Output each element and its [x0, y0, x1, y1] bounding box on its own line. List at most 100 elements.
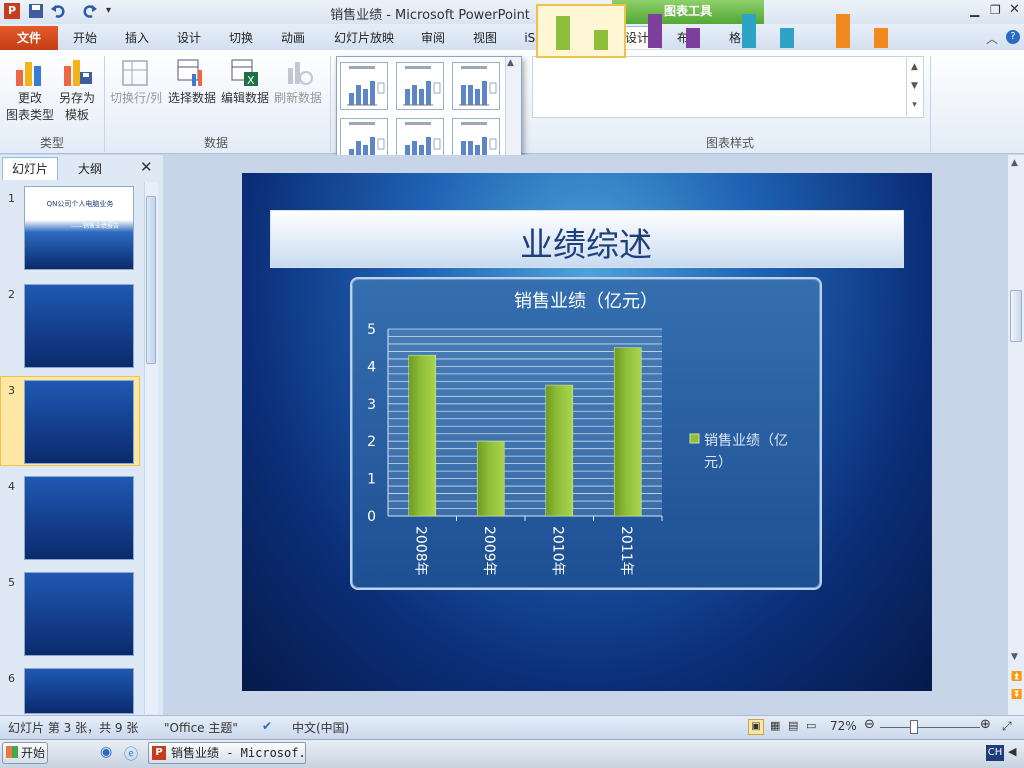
- close-icon[interactable]: ✕: [1009, 2, 1020, 17]
- collapse-ribbon-icon[interactable]: ︿: [986, 30, 998, 47]
- stage-scrollbar[interactable]: [1008, 155, 1024, 715]
- refresh-data-icon[interactable]: [284, 58, 314, 88]
- x-tick-label: 2008年: [412, 526, 428, 576]
- chart-layout-option-1[interactable]: [340, 62, 388, 110]
- ribbon-separator: [930, 56, 931, 152]
- y-tick-label: 2: [367, 434, 376, 450]
- tab-home[interactable]: 开始: [62, 28, 108, 48]
- previous-slide-icon[interactable]: ⏫: [1011, 672, 1022, 682]
- taskbar-powerpoint-window[interactable]: 销售业绩 - Microsof...: [148, 742, 306, 764]
- bar-chart[interactable]: 0 1 2 3 4 5 2008年 2009年 2010年 2011年 销售业绩（亿元） 销售业绩（亿…: [350, 277, 822, 590]
- bar: [476, 440, 505, 517]
- save-as-template-icon[interactable]: [62, 56, 94, 88]
- edit-data-button[interactable]: 编辑数据: [219, 90, 271, 107]
- fit-to-window-icon[interactable]: ⤢: [1002, 719, 1012, 734]
- slide-count-status: 幻灯片 第 3 张，共 9 张: [8, 721, 139, 735]
- y-tick-label: 1: [367, 472, 376, 488]
- zoom-slider-thumb[interactable]: [910, 720, 918, 734]
- bar: [613, 347, 642, 517]
- reading-view-icon[interactable]: ▤: [788, 719, 798, 732]
- scroll-down-icon[interactable]: ▼: [1011, 652, 1018, 662]
- tab-design-slide[interactable]: 设计: [166, 28, 212, 48]
- chart-layout-option-3[interactable]: [452, 62, 500, 110]
- save-icon[interactable]: [28, 3, 44, 19]
- tray-expand-icon[interactable]: ◀: [1008, 745, 1016, 758]
- legend-swatch: [689, 433, 700, 444]
- chart-style-teal[interactable]: [724, 4, 814, 58]
- help-icon[interactable]: ?: [1006, 30, 1020, 44]
- chart-style-orange[interactable]: [818, 4, 908, 58]
- tab-outline[interactable]: 大纲: [62, 159, 118, 179]
- chart-layout-option-2[interactable]: [396, 62, 444, 110]
- slide-sorter-icon[interactable]: ▦: [770, 719, 780, 732]
- restore-icon[interactable]: ❐: [990, 3, 1001, 17]
- quick-launch-icon[interactable]: ◉: [100, 744, 112, 760]
- redo-icon[interactable]: [82, 3, 98, 19]
- slide-number: 5: [8, 576, 15, 589]
- slide-thumbnail-5[interactable]: [24, 572, 134, 656]
- change-chart-type-button[interactable]: 更改 图表类型: [4, 90, 56, 124]
- spell-check-icon[interactable]: ✔: [262, 719, 272, 733]
- slide-title: 业绩综述: [520, 225, 652, 264]
- slideshow-view-icon[interactable]: ▭: [806, 719, 816, 732]
- tab-animations[interactable]: 动画: [270, 28, 316, 48]
- gallery-scroll-up-icon[interactable]: ▲: [507, 58, 514, 68]
- group-type-label: 类型: [39, 136, 64, 150]
- zoom-slider[interactable]: [880, 727, 980, 728]
- slide1-subtitle: ——销售业绩报告: [70, 223, 119, 230]
- x-tick-label: 2010年: [549, 526, 565, 576]
- tab-review[interactable]: 审阅: [410, 28, 456, 48]
- slide-number: 2: [8, 288, 15, 301]
- switch-row-column-button[interactable]: 切换行/列: [106, 90, 166, 107]
- legend-label-line1: 销售业绩（亿: [704, 433, 788, 449]
- internet-explorer-icon[interactable]: ⓔ: [124, 744, 138, 764]
- slide-thumbnail-4[interactable]: [24, 476, 134, 560]
- edit-data-icon[interactable]: X: [230, 58, 260, 88]
- slide-thumbnail-3[interactable]: [24, 380, 134, 464]
- select-data-button[interactable]: 选择数据: [166, 90, 218, 107]
- powerpoint-taskbar-icon: P: [152, 746, 166, 760]
- zoom-out-icon[interactable]: ⊖: [864, 717, 875, 732]
- tab-insert[interactable]: 插入: [114, 28, 160, 48]
- switch-row-column-icon[interactable]: [120, 58, 150, 88]
- zoom-level[interactable]: 72%: [830, 719, 857, 733]
- tab-transitions[interactable]: 切换: [218, 28, 264, 48]
- tab-file[interactable]: 文件: [0, 26, 58, 50]
- refresh-data-button[interactable]: 刷新数据: [272, 90, 324, 107]
- theme-status: "Office 主题": [164, 721, 238, 735]
- customize-qat-icon[interactable]: ▾: [106, 3, 122, 19]
- language-status[interactable]: 中文(中国): [292, 719, 349, 736]
- pane-scroll-thumb[interactable]: [146, 196, 156, 364]
- save-as-template-button[interactable]: 另存为 模板: [54, 90, 100, 124]
- slide-thumbnail-1[interactable]: QN公司个人电脑业务 ——销售业绩报告: [24, 186, 134, 270]
- x-tick-label: 2011年: [618, 526, 634, 576]
- normal-view-icon[interactable]: ▣: [748, 719, 764, 735]
- slide1-title: QN公司个人电脑业务: [46, 200, 114, 208]
- close-pane-icon[interactable]: ✕: [140, 158, 153, 176]
- x-tick-label: 2009年: [481, 526, 497, 576]
- slide-thumbnail-2[interactable]: [24, 284, 134, 368]
- tab-slideshow[interactable]: 幻灯片放映: [326, 28, 402, 48]
- chart-style-purple[interactable]: [630, 4, 720, 58]
- slide-thumbnail-6[interactable]: [24, 668, 134, 714]
- change-chart-type-icon[interactable]: [14, 56, 46, 88]
- ime-indicator[interactable]: CH: [986, 745, 1004, 761]
- group-data-label: 数据: [203, 136, 228, 150]
- bar: [408, 354, 437, 517]
- powerpoint-logo-icon[interactable]: P: [4, 3, 20, 19]
- undo-icon[interactable]: [50, 3, 66, 19]
- select-data-icon[interactable]: [176, 58, 206, 88]
- next-slide-icon[interactable]: ⏬: [1011, 690, 1022, 700]
- minimize-icon[interactable]: ▁: [970, 3, 979, 17]
- tab-view[interactable]: 视图: [462, 28, 508, 48]
- y-tick-label: 3: [367, 397, 376, 413]
- legend-label-line2: 元）: [704, 455, 732, 471]
- scroll-up-icon[interactable]: ▲: [1011, 158, 1018, 168]
- zoom-in-icon[interactable]: ⊕: [980, 717, 991, 732]
- bar: [545, 384, 574, 517]
- group-chart-styles-label: 图表样式: [705, 136, 754, 150]
- styles-scroll[interactable]: ▲ ▼ ▾: [906, 58, 922, 116]
- stage-scroll-thumb[interactable]: [1010, 290, 1022, 342]
- chart-style-green[interactable]: [536, 4, 626, 58]
- tab-slides[interactable]: 幻灯片: [2, 157, 58, 180]
